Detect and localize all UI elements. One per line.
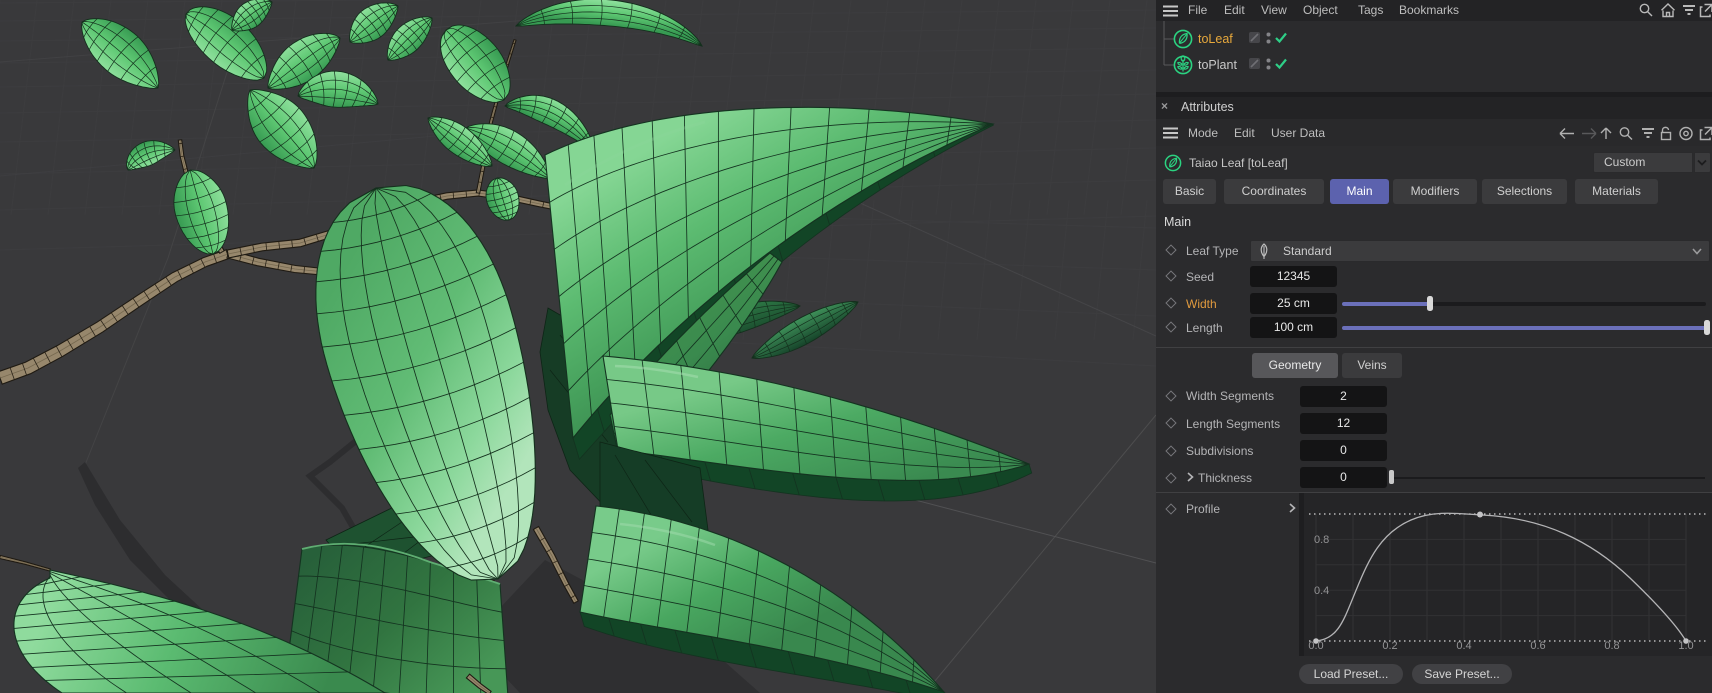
- svg-text:0.8: 0.8: [1604, 640, 1619, 652]
- svg-text:0.6: 0.6: [1530, 640, 1545, 652]
- svg-text:1.0: 1.0: [1678, 640, 1693, 652]
- svg-text:0.8: 0.8: [1314, 534, 1329, 546]
- svg-text:0.2: 0.2: [1382, 640, 1397, 652]
- svg-text:0.4: 0.4: [1314, 585, 1329, 597]
- svg-text:0.0: 0.0: [1308, 640, 1323, 652]
- svg-text:0.4: 0.4: [1456, 640, 1471, 652]
